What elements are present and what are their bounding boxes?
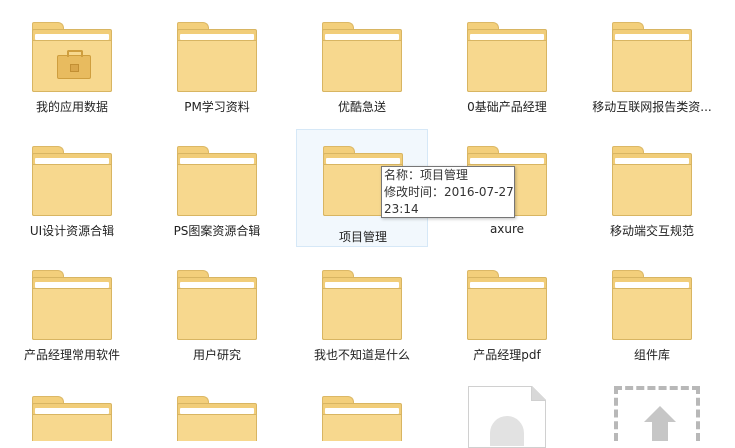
folder-label: 移动互联网报告类资...: [592, 100, 712, 114]
folder-icon: [32, 396, 112, 441]
folder-label: 优酷急送: [337, 100, 386, 114]
folder-item[interactable]: 移动互联网报告类资...: [586, 8, 718, 128]
folder-item[interactable]: 组件库: [586, 256, 718, 376]
folder-icon: [467, 22, 547, 92]
folder-tooltip: 名称：项目管理 修改时间：2016-07-27 23:14: [381, 166, 515, 218]
folder-icon: [612, 22, 692, 92]
folder-label: 0基础产品经理: [467, 100, 547, 114]
folder-item[interactable]: [151, 382, 283, 441]
folder-icon: [32, 146, 112, 216]
folder-label: UI设计资源合辑: [29, 224, 115, 238]
folder-label: PM学习资料: [184, 100, 250, 114]
folder-label: 移动端交互规范: [609, 224, 694, 238]
upload-arrow-icon: [644, 406, 676, 422]
folder-item[interactable]: 用户研究: [151, 256, 283, 376]
tooltip-modified: 修改时间：2016-07-27: [384, 185, 514, 199]
folder-item[interactable]: 优酷急送: [296, 8, 428, 128]
folder-icon: [177, 270, 257, 340]
file-grid: 我的应用数据 PM学习资料 优酷急送 0基础产品经理 移动互联网报告类资... …: [0, 0, 735, 448]
folder-icon: [32, 270, 112, 340]
folder-icon: [177, 22, 257, 92]
cloud-icon: [490, 416, 524, 446]
folder-label: 用户研究: [192, 348, 241, 362]
folder-item[interactable]: PM学习资料: [151, 8, 283, 128]
folder-label: 我的应用数据: [35, 100, 108, 114]
folder-label: axure: [489, 222, 525, 236]
briefcase-folder-icon: [32, 22, 112, 92]
folder-icon: [322, 396, 402, 441]
folder-icon: [322, 270, 402, 340]
folder-icon: [612, 270, 692, 340]
tooltip-time: 23:14: [384, 202, 419, 216]
folder-item[interactable]: 移动端交互规范: [586, 132, 718, 252]
file-icon[interactable]: [468, 386, 548, 448]
folder-item[interactable]: 产品经理常用软件: [6, 256, 138, 376]
folder-label: 我也不知道是什么: [313, 348, 410, 362]
folder-item[interactable]: 0基础产品经理: [441, 8, 573, 128]
upload-dropzone[interactable]: [614, 386, 700, 441]
folder-icon: [177, 396, 257, 441]
folder-item[interactable]: PS图案资源合辑: [151, 132, 283, 252]
folder-item[interactable]: UI设计资源合辑: [6, 132, 138, 252]
folder-item[interactable]: 产品经理pdf: [441, 256, 573, 376]
folder-icon: [467, 270, 547, 340]
folder-label: 产品经理pdf: [473, 348, 541, 362]
folder-item[interactable]: 我的应用数据: [6, 8, 138, 128]
tooltip-name: 名称：项目管理: [384, 168, 469, 182]
folder-label: PS图案资源合辑: [173, 224, 261, 238]
folder-label: 组件库: [633, 348, 670, 362]
folder-icon: [177, 146, 257, 216]
folder-item[interactable]: 我也不知道是什么: [296, 256, 428, 376]
folder-icon: [322, 22, 402, 92]
upload-arrow-stem: [652, 421, 668, 441]
folder-label: 产品经理常用软件: [23, 348, 120, 362]
folder-label: 项目管理: [338, 230, 387, 244]
folder-item[interactable]: [296, 382, 428, 441]
folder-icon: [612, 146, 692, 216]
folder-item[interactable]: [6, 382, 138, 441]
